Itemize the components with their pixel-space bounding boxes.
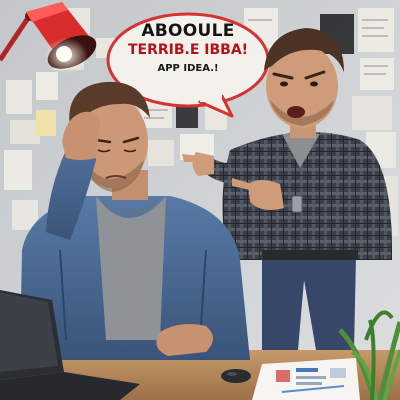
desk-papers: [252, 358, 360, 400]
scene-illustration: [0, 0, 400, 400]
office-scene: ABOOULE TERRIB.E IBBA! APP IDEA.!: [0, 0, 400, 400]
mouse: [221, 369, 251, 383]
